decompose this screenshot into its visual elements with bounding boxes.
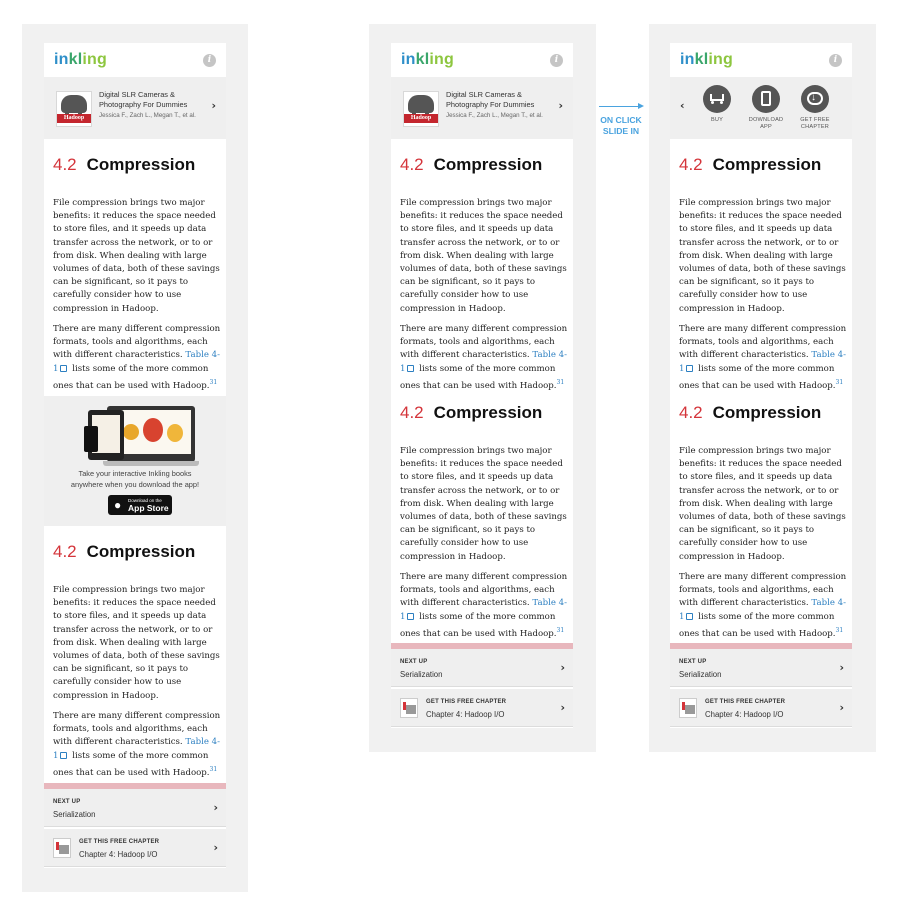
inkling-logo[interactable]: inkling xyxy=(680,51,733,69)
chevron-right-icon[interactable]: › xyxy=(211,99,216,112)
footnote-link[interactable]: 31 xyxy=(836,627,844,634)
book-cover-image: Hadoop xyxy=(403,91,439,127)
book-bar[interactable]: Hadoop Digital SLR Cameras & Photography … xyxy=(391,77,573,139)
cart-icon xyxy=(703,85,731,113)
body-paragraph: There are many different compression for… xyxy=(679,572,847,639)
download-app-button[interactable]: DOWNLOAD APP xyxy=(746,85,786,131)
link-icon[interactable] xyxy=(60,751,68,759)
section-heading: 4.2 Compression xyxy=(53,155,196,174)
link-icon[interactable] xyxy=(407,612,415,620)
section-heading: 4.2 Compression xyxy=(400,403,543,422)
apple-icon: ● xyxy=(114,498,122,512)
free-chapter-row[interactable]: GET THIS FREE CHAPTER Chapter 4: Hadoop … xyxy=(44,829,226,867)
body-paragraph: There are many different compression for… xyxy=(679,324,847,391)
info-icon[interactable]: i xyxy=(203,54,216,67)
phone-screen-1: inkling i Hadoop Digital SLR Cameras & Ph… xyxy=(44,43,226,868)
body-paragraph: There are many different compression for… xyxy=(400,572,568,639)
body-paragraph: There are many different compression for… xyxy=(400,324,568,391)
footnote-link[interactable]: 31 xyxy=(557,627,565,634)
phone-screen-3: inkling i ‹ BUY DOWNLOADAPP GET FREECHAP… xyxy=(670,43,852,728)
body-paragraph: File compression brings two major benefi… xyxy=(400,198,567,314)
next-up-row[interactable]: NEXT UP Serialization › xyxy=(44,789,226,827)
phone-image xyxy=(84,426,98,452)
body-paragraph: File compression brings two major benefi… xyxy=(53,585,220,701)
chevron-right-icon: › xyxy=(560,661,565,674)
info-icon[interactable]: i xyxy=(829,54,842,67)
book-authors: Jessica F., Zach L., Megan T., et al. xyxy=(446,112,543,119)
link-icon[interactable] xyxy=(407,364,415,372)
chevron-right-icon: › xyxy=(213,801,218,814)
info-icon[interactable]: i xyxy=(550,54,563,67)
book-cover-image: Hadoop xyxy=(56,91,92,127)
free-chapter-row[interactable]: GET THIS FREE CHAPTER Chapter 4: Hadoop … xyxy=(670,689,852,727)
link-icon[interactable] xyxy=(60,364,68,372)
book-authors: Jessica F., Zach L., Megan T., et al. xyxy=(99,112,196,119)
phone-screen-2: inkling i Hadoop Digital SLR Cameras & Ph… xyxy=(391,43,573,728)
action-bar: ‹ BUY DOWNLOADAPP GET FREECHAPTER xyxy=(670,77,852,139)
promo-text: Take your interactive Inkling books anywh… xyxy=(70,469,200,489)
section-heading: 4.2 Compression xyxy=(400,155,543,174)
book-title: Digital SLR Cameras & Photography For Dum… xyxy=(99,90,188,109)
top-bar: inkling i xyxy=(391,43,573,77)
book-title: Digital SLR Cameras & Photography For Dum… xyxy=(446,90,535,109)
book-thumbnail xyxy=(679,698,697,718)
footnote-link[interactable]: 31 xyxy=(210,766,218,773)
tablet-icon xyxy=(752,85,780,113)
section-heading: 4.2 Compression xyxy=(679,155,822,174)
get-free-chapter-button[interactable]: GET FREECHAPTER xyxy=(795,85,835,131)
book-thumbnail xyxy=(400,698,418,718)
book-thumbnail xyxy=(53,838,71,858)
free-chapter-row[interactable]: GET THIS FREE CHAPTER Chapter 4: Hadoop … xyxy=(391,689,573,727)
inkling-logo[interactable]: inkling xyxy=(401,51,454,69)
body-paragraph: There are many different compression for… xyxy=(53,324,221,391)
next-up-row[interactable]: NEXT UP Serialization › xyxy=(391,649,573,687)
top-bar: inkling i xyxy=(44,43,226,77)
buy-button[interactable]: BUY xyxy=(697,85,737,124)
next-up-row[interactable]: NEXT UP Serialization › xyxy=(670,649,852,687)
link-icon[interactable] xyxy=(686,364,694,372)
app-store-badge[interactable]: ● Download on the App Store xyxy=(108,495,172,515)
book-bar[interactable]: Hadoop Digital SLR Cameras & Photography … xyxy=(44,77,226,139)
chevron-right-icon: › xyxy=(839,701,844,714)
chevron-right-icon[interactable]: › xyxy=(558,99,563,112)
transition-arrow-icon xyxy=(638,103,644,109)
cloud-download-icon xyxy=(801,85,829,113)
inkling-logo[interactable]: inkling xyxy=(54,51,107,69)
app-promo-banner: Take your interactive Inkling books anywh… xyxy=(44,396,226,526)
transition-arrow-line xyxy=(599,106,639,107)
chevron-right-icon: › xyxy=(560,701,565,714)
footnote-link[interactable]: 31 xyxy=(836,379,844,386)
footnote-link[interactable]: 31 xyxy=(210,379,218,386)
top-bar: inkling i xyxy=(670,43,852,77)
transition-label: ON CLICK SLIDE IN xyxy=(600,115,642,136)
footnote-link[interactable]: 31 xyxy=(557,379,565,386)
section-heading: 4.2 Compression xyxy=(53,542,196,561)
link-icon[interactable] xyxy=(686,612,694,620)
body-paragraph: File compression brings two major benefi… xyxy=(679,198,846,314)
body-paragraph: File compression brings two major benefi… xyxy=(53,198,220,314)
chevron-left-icon[interactable]: ‹ xyxy=(680,99,685,112)
body-paragraph: File compression brings two major benefi… xyxy=(400,446,567,562)
chevron-right-icon: › xyxy=(213,841,218,854)
body-paragraph: File compression brings two major benefi… xyxy=(679,446,846,562)
body-paragraph: There are many different compression for… xyxy=(53,711,221,778)
chevron-right-icon: › xyxy=(839,661,844,674)
section-heading: 4.2 Compression xyxy=(679,403,822,422)
